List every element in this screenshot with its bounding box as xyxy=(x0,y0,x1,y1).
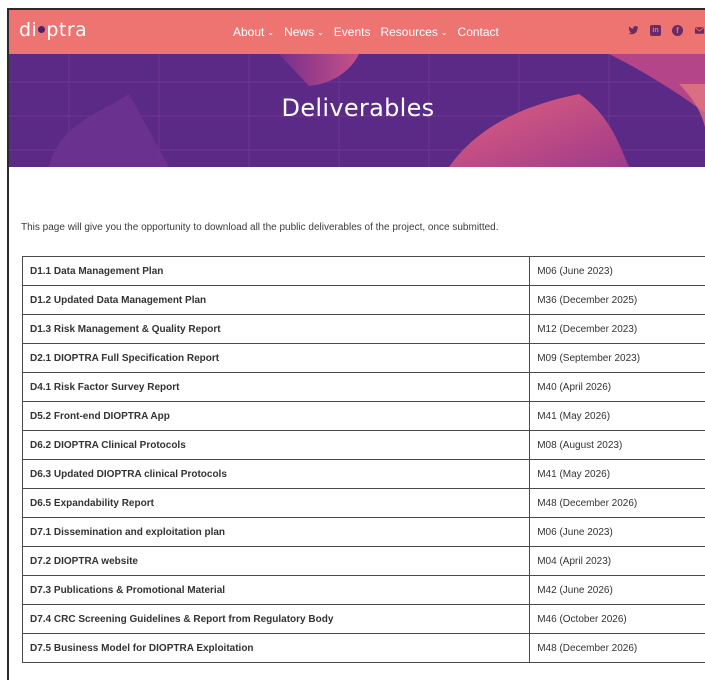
deliverable-due-date: M06 (June 2023) xyxy=(530,518,705,547)
chevron-down-icon: ⌄ xyxy=(317,28,324,37)
table-row[interactable]: D6.2 DIOPTRA Clinical ProtocolsM08 (Augu… xyxy=(23,431,705,460)
nav-events-label: Events xyxy=(334,25,371,39)
table-row[interactable]: D7.3 Publications & Promotional Material… xyxy=(23,576,705,605)
nav-news[interactable]: News⌄ xyxy=(284,25,324,39)
deliverable-due-date: M12 (December 2023) xyxy=(530,315,705,344)
table-row[interactable]: D4.1 Risk Factor Survey ReportM40 (April… xyxy=(23,373,705,402)
table-row[interactable]: D5.2 Front-end DIOPTRA AppM41 (May 2026) xyxy=(23,402,705,431)
table-row[interactable]: D7.2 DIOPTRA websiteM04 (April 2023) xyxy=(23,547,705,576)
deliverable-name[interactable]: D1.3 Risk Management & Quality Report xyxy=(23,315,530,344)
logo-dot-icon xyxy=(38,26,45,33)
table-row[interactable]: D1.3 Risk Management & Quality ReportM12… xyxy=(23,315,705,344)
table-row[interactable]: D6.5 Expandability ReportM48 (December 2… xyxy=(23,489,705,518)
browser-viewport: diptra About⌄ News⌄ Events Resources⌄ Co… xyxy=(7,8,705,680)
deliverable-due-date: M41 (May 2026) xyxy=(530,460,705,489)
nav-about-label: About xyxy=(233,25,264,39)
linkedin-icon[interactable]: in xyxy=(650,25,661,36)
table-row[interactable]: D7.4 CRC Screening Guidelines & Report f… xyxy=(23,605,705,634)
main-menu: About⌄ News⌄ Events Resources⌄ Contact xyxy=(233,25,499,39)
nav-events[interactable]: Events xyxy=(334,25,371,39)
deliverable-due-date: M06 (June 2023) xyxy=(530,257,705,286)
nav-contact-label: Contact xyxy=(458,25,499,39)
deliverable-name[interactable]: D1.1 Data Management Plan xyxy=(23,257,530,286)
email-icon[interactable] xyxy=(694,25,705,36)
facebook-icon[interactable]: f xyxy=(672,25,683,36)
page-title: Deliverables xyxy=(9,94,705,122)
deliverable-due-date: M41 (May 2026) xyxy=(530,402,705,431)
deliverable-name[interactable]: D7.3 Publications & Promotional Material xyxy=(23,576,530,605)
nav-contact[interactable]: Contact xyxy=(458,25,499,39)
deliverable-name[interactable]: D5.2 Front-end DIOPTRA App xyxy=(23,402,530,431)
nav-resources-label: Resources xyxy=(380,25,437,39)
deliverable-due-date: M09 (September 2023) xyxy=(530,344,705,373)
table-row[interactable]: D7.1 Dissemination and exploitation plan… xyxy=(23,518,705,547)
table-row[interactable]: D6.3 Updated DIOPTRA clinical ProtocolsM… xyxy=(23,460,705,489)
dioptra-logo[interactable]: diptra xyxy=(19,19,87,41)
intro-text: This page will give you the opportunity … xyxy=(21,222,499,233)
table-row[interactable]: D7.5 Business Model for DIOPTRA Exploita… xyxy=(23,634,705,663)
deliverables-table: D1.1 Data Management PlanM06 (June 2023)… xyxy=(22,256,705,663)
deliverable-due-date: M46 (October 2026) xyxy=(530,605,705,634)
deliverable-name[interactable]: D6.2 DIOPTRA Clinical Protocols xyxy=(23,431,530,460)
hero-banner: Deliverables xyxy=(9,54,705,167)
logo-text-end: ptra xyxy=(46,19,87,41)
table-row[interactable]: D1.2 Updated Data Management PlanM36 (De… xyxy=(23,286,705,315)
deliverable-name[interactable]: D7.1 Dissemination and exploitation plan xyxy=(23,518,530,547)
deliverable-name[interactable]: D2.1 DIOPTRA Full Specification Report xyxy=(23,344,530,373)
twitter-icon[interactable] xyxy=(628,25,639,36)
chevron-down-icon: ⌄ xyxy=(441,28,448,37)
top-navbar: diptra About⌄ News⌄ Events Resources⌄ Co… xyxy=(9,10,705,54)
deliverable-name[interactable]: D7.2 DIOPTRA website xyxy=(23,547,530,576)
nav-news-label: News xyxy=(284,25,314,39)
deliverable-due-date: M40 (April 2026) xyxy=(530,373,705,402)
deliverable-due-date: M36 (December 2025) xyxy=(530,286,705,315)
nav-resources[interactable]: Resources ⌄ xyxy=(380,25,447,39)
logo-text-start: di xyxy=(19,19,37,41)
deliverable-name[interactable]: D7.4 CRC Screening Guidelines & Report f… xyxy=(23,605,530,634)
deliverable-name[interactable]: D1.2 Updated Data Management Plan xyxy=(23,286,530,315)
deliverable-due-date: M48 (December 2026) xyxy=(530,634,705,663)
table-row[interactable]: D2.1 DIOPTRA Full Specification ReportM0… xyxy=(23,344,705,373)
nav-about[interactable]: About⌄ xyxy=(233,25,274,39)
deliverable-name[interactable]: D6.5 Expandability Report xyxy=(23,489,530,518)
deliverable-due-date: M42 (June 2026) xyxy=(530,576,705,605)
deliverable-name[interactable]: D4.1 Risk Factor Survey Report xyxy=(23,373,530,402)
deliverable-due-date: M04 (April 2023) xyxy=(530,547,705,576)
chevron-down-icon: ⌄ xyxy=(267,28,274,37)
deliverable-due-date: M08 (August 2023) xyxy=(530,431,705,460)
deliverable-name[interactable]: D7.5 Business Model for DIOPTRA Exploita… xyxy=(23,634,530,663)
deliverable-due-date: M48 (December 2026) xyxy=(530,489,705,518)
deliverable-name[interactable]: D6.3 Updated DIOPTRA clinical Protocols xyxy=(23,460,530,489)
social-links: in f xyxy=(628,25,705,36)
table-row[interactable]: D1.1 Data Management PlanM06 (June 2023) xyxy=(23,257,705,286)
